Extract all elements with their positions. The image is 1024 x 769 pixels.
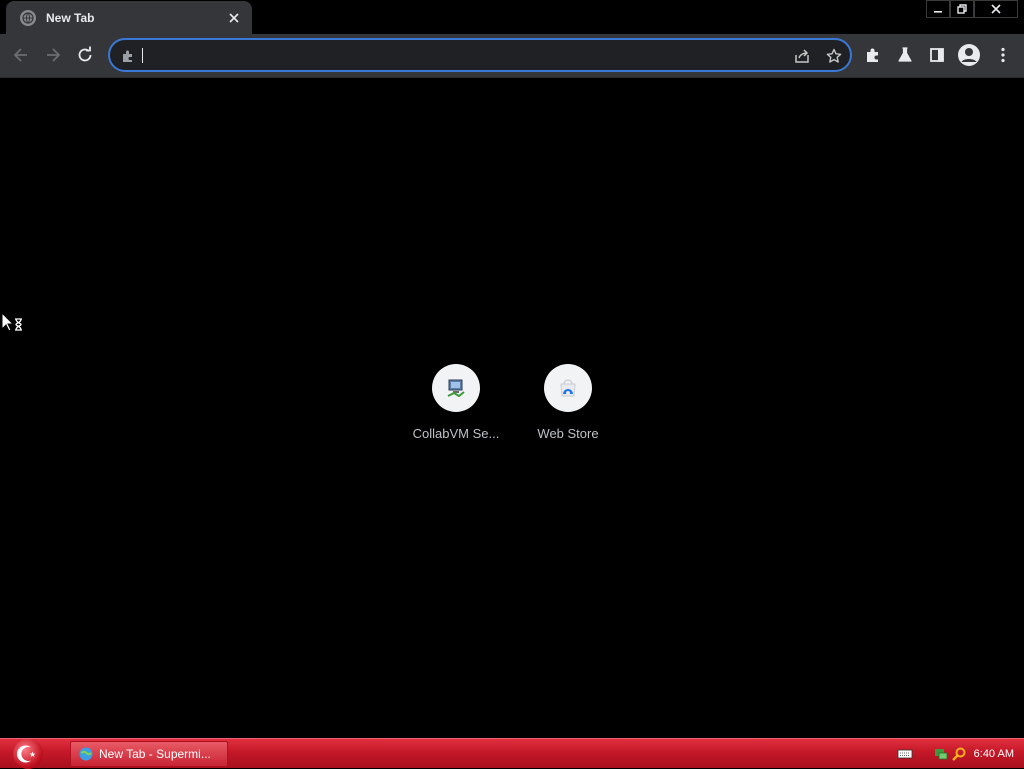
kebab-menu-icon bbox=[1001, 47, 1005, 63]
shortcut-label: Web Store bbox=[537, 426, 599, 441]
text-caret bbox=[142, 48, 143, 63]
browser-icon bbox=[79, 747, 93, 761]
shortcut-tile bbox=[544, 364, 592, 412]
arrow-left-icon bbox=[13, 48, 27, 62]
shortcut-label: CollabVM Se... bbox=[412, 426, 500, 441]
flask-icon bbox=[898, 47, 912, 62]
web-store-icon bbox=[560, 379, 576, 397]
share-icon[interactable] bbox=[792, 46, 812, 66]
start-orb-icon bbox=[13, 739, 43, 769]
address-bar[interactable] bbox=[108, 38, 852, 72]
close-icon bbox=[991, 4, 1001, 14]
keyboard-icon[interactable] bbox=[896, 745, 914, 763]
address-input[interactable] bbox=[140, 46, 780, 66]
shortcut-web-store[interactable]: Web Store bbox=[512, 362, 624, 452]
taskbar-item-label: New Tab - Supermi... bbox=[99, 747, 211, 761]
restore-icon[interactable] bbox=[950, 0, 974, 18]
shortcut-collabvm[interactable]: CollabVM Se... bbox=[400, 362, 512, 452]
labs-button[interactable] bbox=[892, 42, 918, 68]
profile-icon bbox=[958, 44, 980, 66]
collabvm-icon bbox=[447, 379, 465, 398]
reload-button[interactable] bbox=[72, 42, 98, 68]
tab-title: New Tab bbox=[46, 10, 95, 25]
tab-strip: New Tab bbox=[0, 0, 1024, 34]
browser-toolbar bbox=[0, 34, 1024, 78]
network-icon[interactable] bbox=[932, 745, 950, 763]
system-tray: 6:40 AM bbox=[896, 739, 1024, 769]
close-icon[interactable] bbox=[226, 10, 242, 26]
tab-new-tab[interactable]: New Tab bbox=[6, 1, 252, 34]
side-panel-button[interactable] bbox=[924, 42, 950, 68]
star-icon[interactable] bbox=[824, 46, 844, 66]
search-icon[interactable] bbox=[950, 745, 968, 763]
puzzle-icon bbox=[867, 48, 878, 62]
side-panel-icon bbox=[930, 48, 944, 62]
window-controls bbox=[926, 0, 1018, 18]
clock[interactable]: 6:40 AM bbox=[974, 748, 1014, 760]
taskbar: New Tab - Supermi... 6:40 AM bbox=[0, 738, 1024, 769]
globe-icon bbox=[20, 9, 36, 26]
window-close-button[interactable] bbox=[974, 0, 1018, 18]
shortcut-tile bbox=[432, 364, 480, 412]
extensions-button[interactable] bbox=[860, 42, 886, 68]
reload-icon bbox=[78, 46, 92, 62]
minimize-icon[interactable] bbox=[926, 0, 950, 18]
profile-button[interactable] bbox=[956, 42, 982, 68]
puzzle-piece-icon bbox=[120, 48, 136, 64]
taskbar-item-browser[interactable]: New Tab - Supermi... bbox=[70, 741, 228, 767]
back-button[interactable] bbox=[8, 42, 34, 68]
arrow-right-icon bbox=[47, 48, 61, 62]
mouse-cursor bbox=[1, 311, 25, 339]
busy-cursor-icon bbox=[1, 311, 22, 332]
start-button[interactable] bbox=[8, 739, 48, 769]
forward-button[interactable] bbox=[40, 42, 66, 68]
menu-button[interactable] bbox=[990, 42, 1016, 68]
